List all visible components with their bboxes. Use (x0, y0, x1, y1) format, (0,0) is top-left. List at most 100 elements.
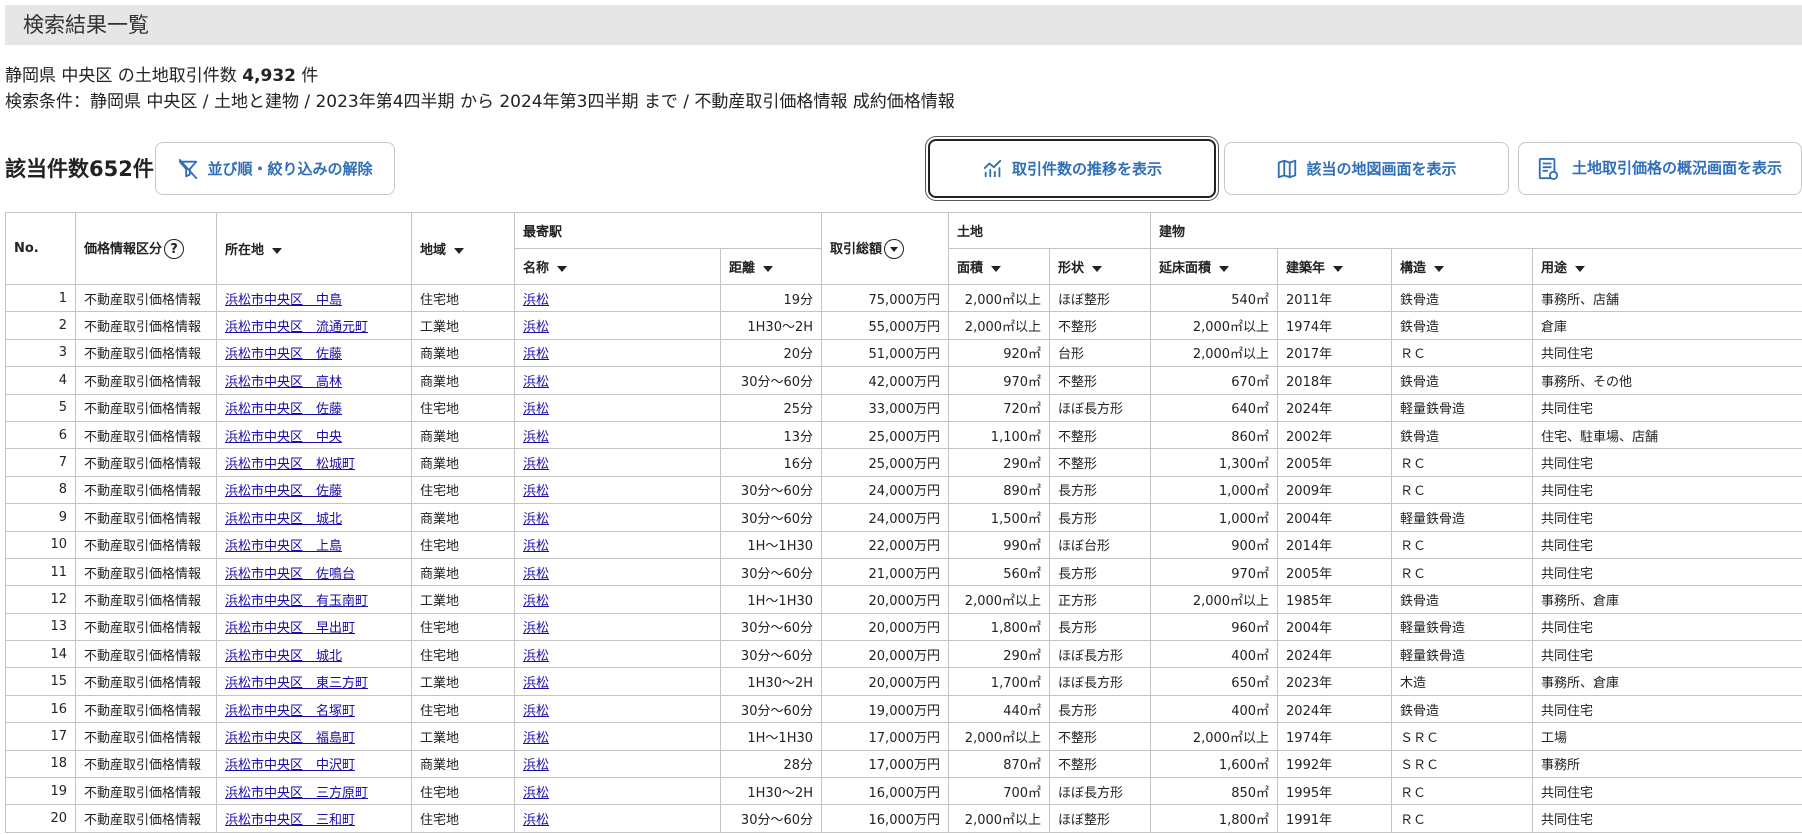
cell-location-link[interactable]: 浜松市中央区 佐藤 (225, 484, 342, 499)
cell-structure: 鉄骨造 (1391, 311, 1534, 340)
cell-price-type: 不動産取引価格情報 (75, 475, 217, 505)
cell-location-link[interactable]: 浜松市中央区 佐藤 (225, 402, 342, 417)
cell-station-link[interactable]: 浜松 (523, 320, 549, 335)
col-header-structure[interactable]: 構造 (1391, 248, 1534, 285)
cell-station-link[interactable]: 浜松 (523, 457, 549, 472)
cell-station-link[interactable]: 浜松 (523, 649, 549, 664)
search-summary: 静岡県 中央区 の土地取引件数 4,932 件 検索条件：静岡県 中央区 / 土… (5, 63, 955, 115)
col-header-total[interactable]: 取引総額 (821, 212, 950, 285)
cell-floor-area: 650㎡ (1150, 667, 1279, 696)
cell-floor-area: 540㎡ (1150, 283, 1279, 313)
page-header: 検索結果一覧 (5, 5, 1802, 45)
clear-sort-filter-button[interactable]: 並び順・絞り込みの解除 (155, 142, 395, 195)
cell-location-link[interactable]: 浜松市中央区 佐鳴台 (225, 567, 355, 582)
col-header-shape[interactable]: 形状 (1049, 248, 1152, 285)
cell-location: 浜松市中央区 佐藤 (216, 338, 412, 368)
help-circle-icon[interactable]: ? (164, 239, 185, 260)
circle-caret-down-icon[interactable] (884, 239, 905, 260)
cell-station-link[interactable]: 浜松 (523, 704, 549, 719)
col-header-built-year[interactable]: 建築年 (1277, 248, 1393, 285)
cell-structure: 鉄骨造 (1391, 694, 1534, 724)
cell-use: 事務所、その他 (1532, 366, 1802, 395)
cell-station-link[interactable]: 浜松 (523, 567, 549, 582)
cell-station-link[interactable]: 浜松 (523, 676, 549, 691)
cell-location-link[interactable]: 浜松市中央区 福島町 (225, 731, 355, 746)
cell-location-link[interactable]: 浜松市中央区 中島 (225, 293, 342, 308)
cell-location-link[interactable]: 浜松市中央区 松城町 (225, 457, 355, 472)
table-row: 3 不動産取引価格情報 浜松市中央区 佐藤 商業地 浜松 20分 51,000万円 920㎡台… (5, 338, 1802, 368)
col-header-use[interactable]: 用途 (1532, 248, 1802, 285)
cell-total-price: 19,000万円 (821, 694, 950, 724)
results-table-body: 1 不動産取引価格情報 浜松市中央区 中島 住宅地 浜松 19分 75,000万円 2,000… (5, 283, 1802, 833)
cell-location-link[interactable]: 浜松市中央区 名塚町 (225, 704, 355, 719)
cell-location-link[interactable]: 浜松市中央区 城北 (225, 512, 342, 527)
cell-location-link[interactable]: 浜松市中央区 上島 (225, 539, 342, 554)
cell-station-link[interactable]: 浜松 (523, 347, 549, 362)
cell-built-year: 2024年 (1277, 694, 1393, 724)
cell-station-link[interactable]: 浜松 (523, 539, 549, 554)
cell-floor-area: 960㎡ (1150, 612, 1279, 642)
cell-floor-area: 900㎡ (1150, 530, 1279, 559)
cell-use: 住宅、駐車場、店舗 (1532, 420, 1802, 450)
col-header-floor-area[interactable]: 延床面積 (1150, 248, 1279, 285)
cell-structure: 軽量鉄骨造 (1391, 503, 1534, 532)
cell-station-link[interactable]: 浜松 (523, 512, 549, 527)
cell-station-link[interactable]: 浜松 (523, 786, 549, 801)
cell-distance: 1H30〜2H (719, 777, 823, 806)
cell-total-price: 24,000万円 (821, 503, 950, 532)
cell-location-link[interactable]: 浜松市中央区 東三方町 (225, 676, 368, 691)
cell-station: 浜松 (514, 722, 721, 751)
cell-location-link[interactable]: 浜松市中央区 有玉南町 (225, 594, 368, 609)
cell-location-link[interactable]: 浜松市中央区 中央 (225, 430, 342, 445)
cell-station-link[interactable]: 浜松 (523, 594, 549, 609)
cell-location-link[interactable]: 浜松市中央区 早出町 (225, 621, 355, 636)
cell-station-link[interactable]: 浜松 (523, 484, 549, 499)
cell-station: 浜松 (514, 640, 721, 669)
col-header-area-type[interactable]: 地域 (411, 212, 515, 285)
sort-caret-down-icon (454, 247, 465, 254)
cell-total-price: 20,000万円 (821, 585, 950, 614)
cell-distance: 20分 (719, 338, 823, 368)
cell-location-link[interactable]: 浜松市中央区 流通元町 (225, 320, 368, 335)
col-header-location[interactable]: 所在地 (216, 212, 412, 285)
cell-location: 浜松市中央区 東三方町 (216, 667, 412, 696)
cell-station-link[interactable]: 浜松 (523, 813, 549, 828)
summary-total: 静岡県 中央区 の土地取引件数 4,932 件 (5, 63, 955, 89)
cell-use: 共同住宅 (1532, 694, 1802, 724)
cell-shape: 台形 (1049, 338, 1152, 368)
col-header-total-label: 取引総額 (830, 241, 883, 257)
cell-station: 浜松 (514, 475, 721, 505)
cell-location-link[interactable]: 浜松市中央区 三和町 (225, 813, 355, 828)
col-header-distance[interactable]: 距離 (719, 248, 823, 285)
filter-clear-icon (179, 158, 198, 179)
cell-location-link[interactable]: 浜松市中央区 高林 (225, 375, 342, 390)
col-header-station-name[interactable]: 名称 (514, 248, 721, 285)
cell-distance: 16分 (719, 448, 823, 477)
cell-station-link[interactable]: 浜松 (523, 402, 549, 417)
summary-total-suffix: 件 (301, 66, 319, 86)
cell-station-link[interactable]: 浜松 (523, 758, 549, 773)
show-overview-button[interactable]: 土地取引価格の概況画面を表示 (1518, 142, 1802, 195)
cell-total-price: 24,000万円 (821, 475, 950, 505)
cell-location-link[interactable]: 浜松市中央区 中沢町 (225, 758, 355, 773)
cell-built-year: 2011年 (1277, 283, 1393, 313)
cell-distance: 25分 (719, 393, 823, 422)
cell-location-link[interactable]: 浜松市中央区 三方原町 (225, 786, 368, 801)
show-map-button[interactable]: 該当の地図画面を表示 (1224, 142, 1509, 195)
cell-location: 浜松市中央区 佐鳴台 (216, 557, 412, 587)
cell-station-link[interactable]: 浜松 (523, 293, 549, 308)
col-header-land-area[interactable]: 面積 (948, 248, 1051, 285)
cell-station-link[interactable]: 浜松 (523, 375, 549, 390)
cell-location: 浜松市中央区 三方原町 (216, 777, 412, 806)
cell-station-link[interactable]: 浜松 (523, 621, 549, 636)
col-group-building: 建物 (1150, 212, 1802, 249)
cell-price-type: 不動産取引価格情報 (75, 585, 217, 614)
show-trend-button[interactable]: 取引件数の推移を表示 (928, 139, 1216, 198)
cell-location: 浜松市中央区 高林 (216, 366, 412, 395)
cell-station-link[interactable]: 浜松 (523, 430, 549, 445)
cell-station-link[interactable]: 浜松 (523, 731, 549, 746)
cell-no: 16 (5, 694, 76, 724)
cell-location-link[interactable]: 浜松市中央区 城北 (225, 649, 342, 664)
cell-location-link[interactable]: 浜松市中央区 佐藤 (225, 347, 342, 362)
cell-structure: ＲＣ (1391, 777, 1534, 806)
